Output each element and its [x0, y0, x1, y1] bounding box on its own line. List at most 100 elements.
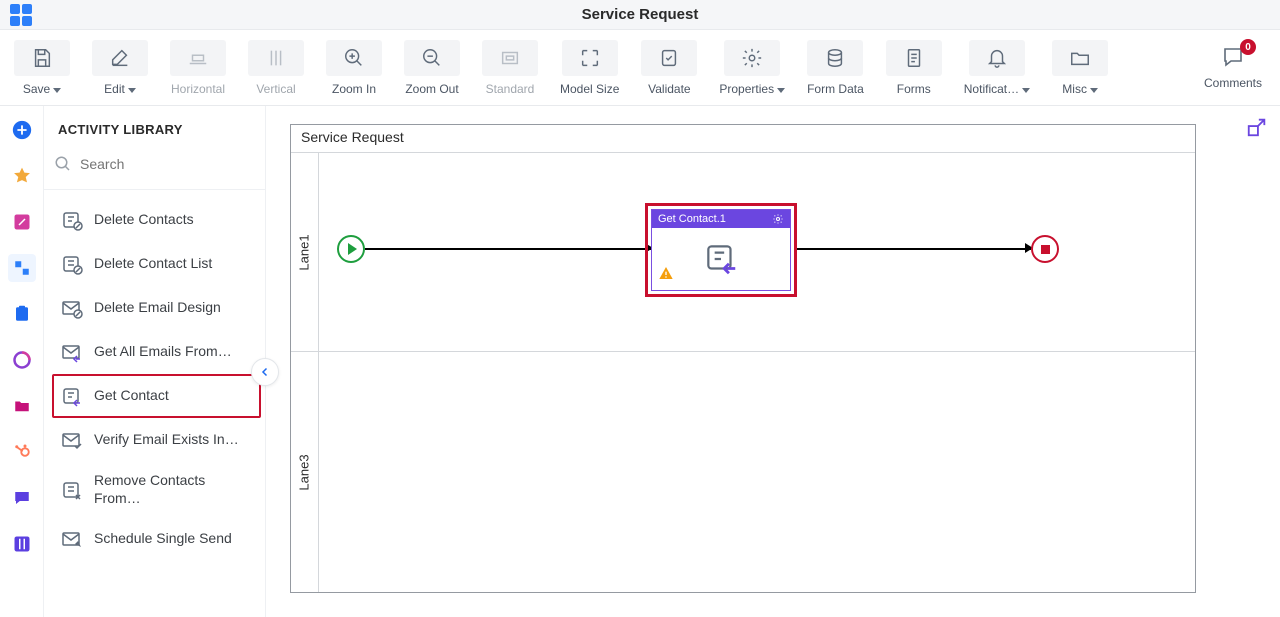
expand-canvas-button[interactable]: [1246, 116, 1268, 143]
rail-analytics[interactable]: [8, 346, 36, 374]
process-pool[interactable]: Service Request Lane1 Get Contact.1: [290, 124, 1196, 593]
start-event-node[interactable]: [337, 235, 365, 263]
contact-get-large-icon: [702, 240, 740, 278]
bell-icon: [986, 47, 1008, 69]
contact-get-icon: [60, 384, 84, 408]
contact-list-delete-icon: [60, 252, 84, 276]
sequence-flow-2[interactable]: [797, 248, 1031, 250]
clipboard-icon: [13, 305, 31, 323]
zoom-in-icon: [343, 47, 365, 69]
chevron-down-icon: [128, 82, 136, 96]
database-icon: [824, 47, 846, 69]
gear-icon: [741, 47, 763, 69]
validate-icon: [658, 47, 680, 69]
hubspot-icon: [13, 443, 31, 461]
expand-icon: [1246, 116, 1268, 138]
gear-icon[interactable]: [772, 213, 784, 225]
chevron-down-icon: [1022, 82, 1030, 96]
end-event-node[interactable]: [1031, 235, 1059, 263]
model-size-icon: [579, 47, 601, 69]
rail-hubspot[interactable]: [8, 438, 36, 466]
rail-process[interactable]: [8, 254, 36, 282]
email-verify-icon: [60, 428, 84, 452]
rail-favorites[interactable]: [8, 162, 36, 190]
forms-button[interactable]: Forms: [886, 40, 942, 96]
activity-library-sidebar: ACTIVITY LIBRARY Delete Contacts Delete …: [44, 106, 266, 617]
comments-badge: 0: [1240, 39, 1256, 55]
misc-button[interactable]: Misc: [1052, 40, 1108, 96]
app-launcher-icon[interactable]: [10, 4, 32, 26]
activity-schedule-send[interactable]: Schedule Single Send: [52, 517, 261, 561]
activity-list: Delete Contacts Delete Contact List Dele…: [44, 190, 265, 569]
rail-grid[interactable]: [8, 530, 36, 558]
lane-3[interactable]: Lane3: [291, 352, 1195, 592]
email-send-icon: [60, 527, 84, 551]
contact-delete-icon: [60, 208, 84, 232]
align-horizontal-button[interactable]: Horizontal: [170, 40, 226, 96]
sidebar-collapse-button[interactable]: [251, 358, 279, 386]
grid-icon: [13, 535, 31, 553]
email-get-icon: [60, 340, 84, 364]
rail-edit[interactable]: [8, 208, 36, 236]
rail-chat[interactable]: [8, 484, 36, 512]
zoom-out-icon: [421, 47, 443, 69]
analytics-icon: [12, 350, 32, 370]
chevron-left-icon: [259, 366, 271, 378]
activity-delete-contact-list[interactable]: Delete Contact List: [52, 242, 261, 286]
canvas-area[interactable]: Service Request Lane1 Get Contact.1: [266, 106, 1280, 617]
chevron-down-icon: [777, 82, 785, 96]
rail-add[interactable]: [8, 116, 36, 144]
process-icon: [13, 259, 31, 277]
fit-standard-icon: [499, 47, 521, 69]
save-icon: [31, 47, 53, 69]
chevron-down-icon: [53, 82, 61, 96]
form-icon: [903, 47, 925, 69]
rail-clipboard[interactable]: [8, 300, 36, 328]
folder-fill-icon: [13, 397, 31, 415]
plus-circle-icon: [11, 119, 33, 141]
zoom-in-button[interactable]: Zoom In: [326, 40, 382, 96]
contact-remove-icon: [60, 478, 84, 502]
left-rail: [0, 106, 44, 617]
align-horizontal-icon: [187, 47, 209, 69]
zoom-standard-button[interactable]: Standard: [482, 40, 538, 96]
lane-3-label: Lane3: [291, 352, 319, 592]
app-header: Service Request: [0, 0, 1280, 30]
page-title: Service Request: [0, 6, 1280, 23]
warning-icon: [658, 265, 674, 286]
align-vertical-icon: [265, 47, 287, 69]
save-button[interactable]: Save: [14, 40, 70, 96]
folder-icon: [1069, 47, 1091, 69]
activity-remove-contacts[interactable]: Remove Contacts From…: [52, 462, 261, 517]
validate-button[interactable]: Validate: [641, 40, 697, 96]
lane-1-label: Lane1: [291, 153, 319, 351]
form-data-button[interactable]: Form Data: [807, 40, 864, 96]
lane-1[interactable]: Lane1 Get Contact.1: [291, 153, 1195, 352]
task-get-contact-node[interactable]: Get Contact.1: [651, 209, 791, 291]
activity-get-contact[interactable]: Get Contact: [52, 374, 261, 418]
align-vertical-button[interactable]: Vertical: [248, 40, 304, 96]
sequence-flow-1[interactable]: [365, 248, 651, 250]
pool-title: Service Request: [291, 125, 1195, 153]
activity-verify-email[interactable]: Verify Email Exists In…: [52, 418, 261, 462]
edit-icon: [109, 47, 131, 69]
sidebar-heading: ACTIVITY LIBRARY: [44, 106, 265, 147]
search-input[interactable]: [80, 156, 255, 172]
comments-button[interactable]: 0 Comments: [1204, 45, 1262, 90]
search-icon: [54, 155, 72, 173]
chat-fill-icon: [13, 489, 31, 507]
activity-get-all-emails[interactable]: Get All Emails From…: [52, 330, 261, 374]
activity-delete-contacts[interactable]: Delete Contacts: [52, 198, 261, 242]
activity-delete-email-design[interactable]: Delete Email Design: [52, 286, 261, 330]
pencil-square-icon: [13, 213, 31, 231]
edit-button[interactable]: Edit: [92, 40, 148, 96]
zoom-out-button[interactable]: Zoom Out: [404, 40, 460, 96]
task-title: Get Contact.1: [658, 213, 726, 225]
rail-folder[interactable]: [8, 392, 36, 420]
star-icon: [12, 166, 32, 186]
model-size-button[interactable]: Model Size: [560, 40, 619, 96]
notifications-button[interactable]: Notificat…: [964, 40, 1030, 96]
email-delete-icon: [60, 296, 84, 320]
properties-button[interactable]: Properties: [719, 40, 785, 96]
chevron-down-icon: [1090, 82, 1098, 96]
